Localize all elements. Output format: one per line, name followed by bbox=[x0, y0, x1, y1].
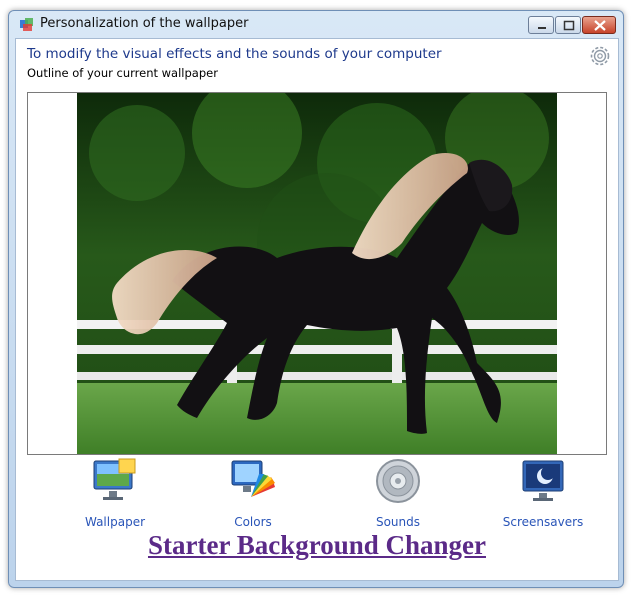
window-title: Personalization of the wallpaper bbox=[40, 16, 249, 31]
preview-caption: Outline of your current wallpaper bbox=[27, 66, 218, 80]
close-button[interactable] bbox=[582, 16, 616, 34]
minimize-button[interactable] bbox=[528, 16, 554, 34]
sounds-tile[interactable]: Sounds bbox=[338, 457, 458, 529]
page-headline: To modify the visual effects and the sou… bbox=[27, 46, 442, 62]
wallpaper-label[interactable]: Wallpaper bbox=[55, 515, 175, 529]
wallpaper-tile[interactable]: Wallpaper bbox=[55, 457, 175, 529]
colors-label[interactable]: Colors bbox=[193, 515, 313, 529]
client-area: To modify the visual effects and the sou… bbox=[15, 38, 619, 581]
gear-icon[interactable] bbox=[588, 44, 612, 68]
sounds-label[interactable]: Sounds bbox=[338, 515, 458, 529]
screensavers-tile[interactable]: Screensavers bbox=[483, 457, 603, 529]
maximize-button[interactable] bbox=[555, 16, 581, 34]
title-bar[interactable]: Personalization of the wallpaper bbox=[9, 11, 623, 37]
colors-tile[interactable]: Colors bbox=[193, 457, 313, 529]
app-window: Personalization of the wallpaper To modi… bbox=[8, 10, 624, 588]
colors-icon bbox=[231, 460, 275, 497]
screensavers-label[interactable]: Screensavers bbox=[483, 515, 603, 529]
maximize-icon bbox=[563, 20, 575, 31]
wallpaper-image bbox=[77, 93, 557, 454]
screensaver-icon bbox=[522, 460, 564, 501]
close-icon bbox=[594, 20, 606, 31]
minimize-icon bbox=[538, 27, 546, 29]
starter-background-changer-link[interactable]: Starter Background Changer bbox=[16, 529, 618, 561]
wallpaper-preview bbox=[27, 92, 607, 455]
wallpaper-icon bbox=[93, 458, 136, 500]
app-icon bbox=[20, 18, 33, 31]
speaker-icon bbox=[376, 459, 420, 503]
